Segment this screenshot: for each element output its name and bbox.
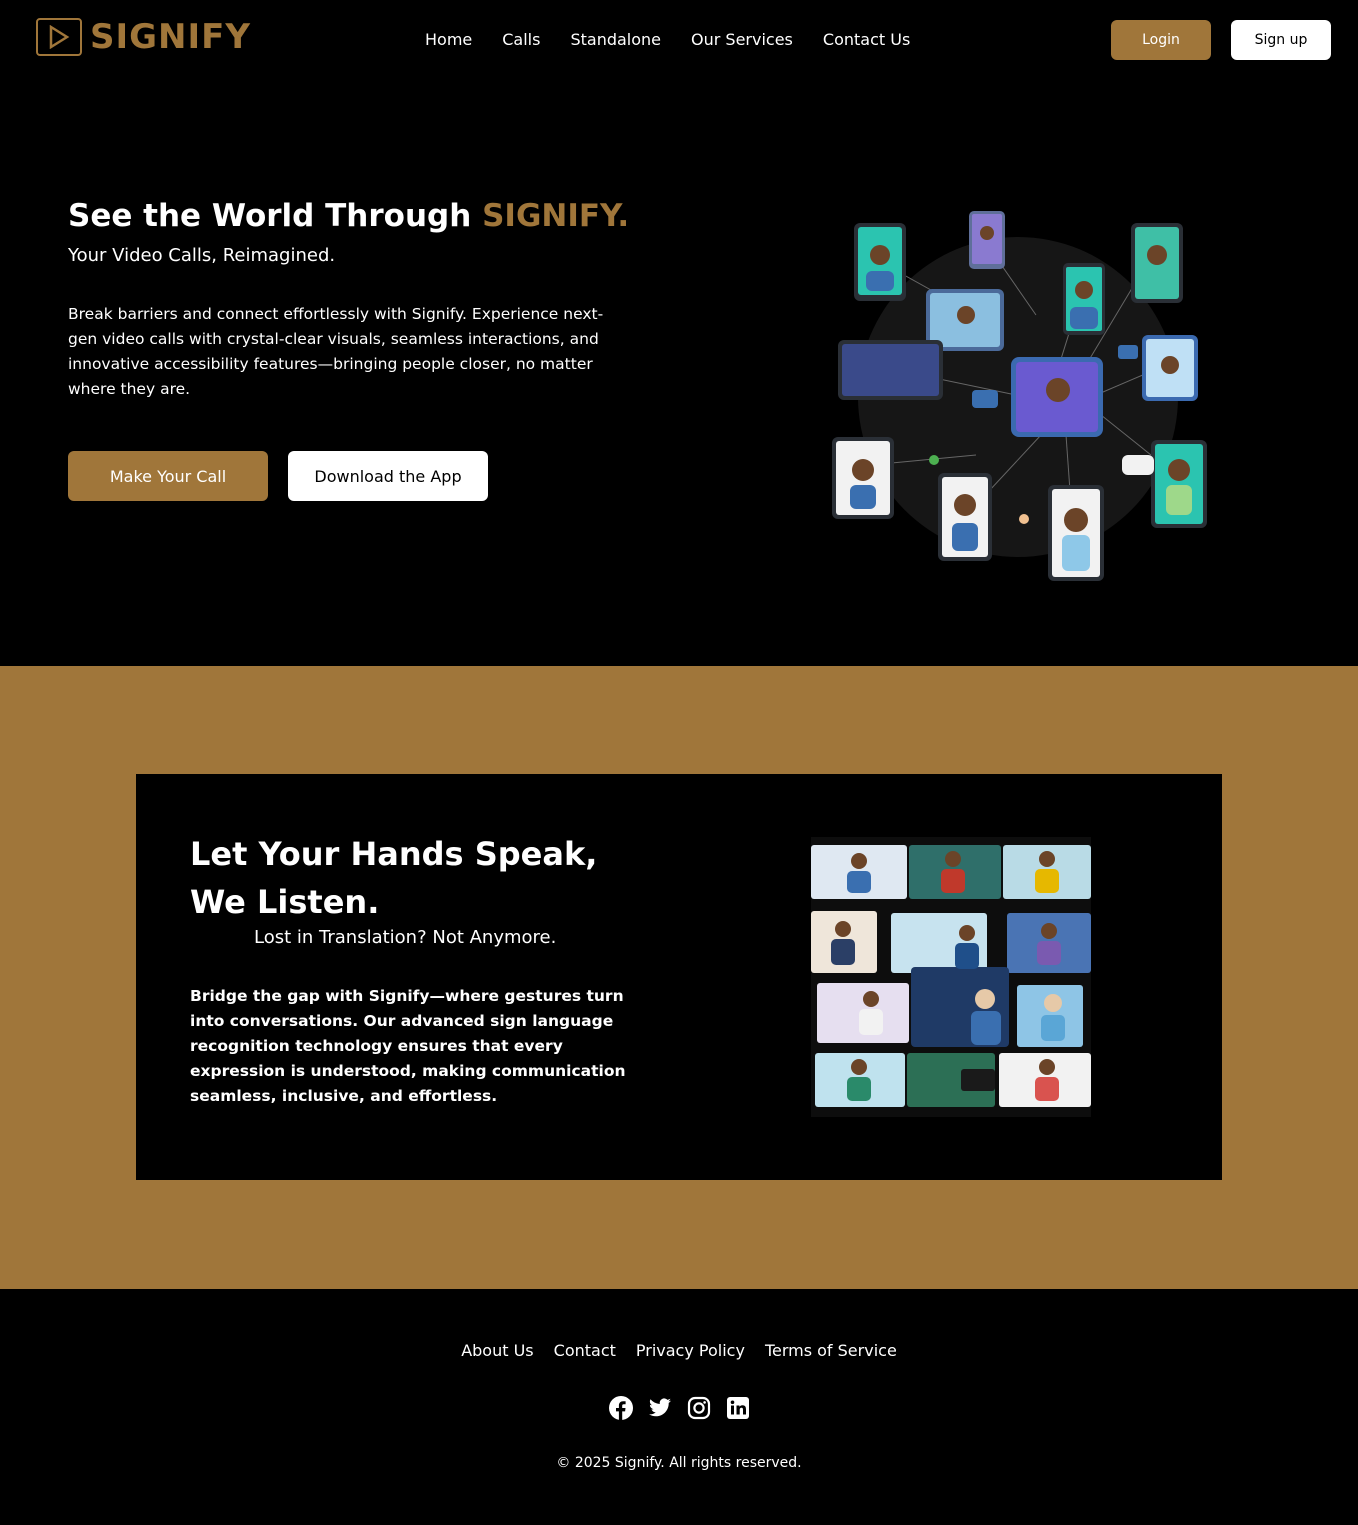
feature-description: Bridge the gap with Signify—where gestur…: [190, 987, 626, 1105]
brand-logo[interactable]: SIGNIFY: [36, 18, 251, 56]
footer-link-about-us[interactable]: About Us: [461, 1341, 533, 1361]
make-your-call-button[interactable]: Make Your Call: [68, 451, 268, 501]
feature-card: Let Your Hands Speak, We Listen. Lost in…: [136, 774, 1222, 1180]
hero-title-prefix: See the World Through: [68, 198, 483, 234]
video-call-network-illustration: [826, 205, 1210, 589]
linkedin-icon[interactable]: [726, 1396, 750, 1420]
play-icon: [36, 18, 82, 56]
hero-title-accent: SIGNIFY.: [482, 198, 630, 234]
login-button[interactable]: Login: [1111, 20, 1211, 60]
nav-link-home[interactable]: Home: [425, 30, 472, 50]
nav-link-standalone[interactable]: Standalone: [570, 30, 661, 50]
hero-description: Break barriers and connect effortlessly …: [68, 305, 604, 398]
copyright-text: © 2025 Signify. All rights reserved.: [556, 1455, 802, 1471]
sign-language-video-grid-illustration: [811, 837, 1091, 1117]
footer-link-privacy-policy[interactable]: Privacy Policy: [636, 1341, 745, 1361]
download-app-button[interactable]: Download the App: [288, 451, 488, 501]
feature-subtitle: Lost in Translation? Not Anymore.: [254, 927, 557, 948]
nav-link-our-services[interactable]: Our Services: [691, 30, 793, 50]
signup-button[interactable]: Sign up: [1231, 20, 1331, 60]
brand-name: SIGNIFY: [90, 17, 251, 57]
hero-subtitle: Your Video Calls, Reimagined.: [68, 245, 336, 266]
social-links: [0, 1396, 1358, 1420]
nav-link-contact-us[interactable]: Contact Us: [823, 30, 910, 50]
main-nav: Home Calls Standalone Our Services Conta…: [425, 30, 910, 50]
nav-link-calls[interactable]: Calls: [502, 30, 540, 50]
footer-link-contact[interactable]: Contact: [554, 1341, 616, 1361]
instagram-icon[interactable]: [687, 1396, 711, 1420]
hero-title: See the World Through SIGNIFY.: [68, 198, 629, 234]
footer-nav: About Us Contact Privacy Policy Terms of…: [0, 1341, 1358, 1361]
footer-link-terms-of-service[interactable]: Terms of Service: [765, 1341, 897, 1361]
feature-band: Let Your Hands Speak, We Listen. Lost in…: [0, 666, 1358, 1289]
facebook-icon[interactable]: [608, 1396, 633, 1420]
feature-title: Let Your Hands Speak, We Listen.: [190, 835, 598, 921]
twitter-icon[interactable]: [648, 1396, 672, 1420]
navbar: SIGNIFY Home Calls Standalone Our Servic…: [0, 0, 1358, 80]
